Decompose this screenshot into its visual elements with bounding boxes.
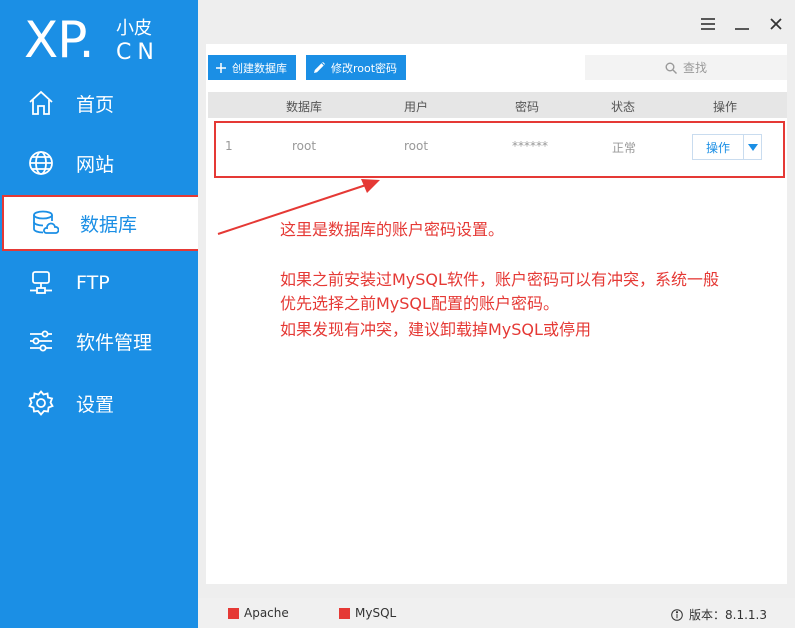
row-database: root [292, 139, 317, 153]
create-database-button[interactable]: 创建数据库 [208, 55, 296, 80]
sidebar-item-label: 设置 [76, 393, 115, 416]
search-placeholder: 查找 [682, 61, 707, 75]
info-icon [671, 608, 683, 621]
logo-main: XP. [24, 11, 95, 69]
sidebar-item-label: 软件管理 [76, 331, 153, 354]
pencil-icon [314, 62, 325, 73]
server-icon [26, 268, 56, 298]
close-icon [770, 18, 782, 30]
window-controls [697, 14, 787, 34]
sidebar-item-website[interactable]: 网站 [0, 139, 198, 187]
version-number: 8.1.1.3 [725, 607, 767, 622]
search-input[interactable]: 查找 [585, 55, 787, 80]
menu-button[interactable] [697, 14, 719, 34]
sliders-icon [26, 326, 56, 356]
gear-icon [26, 388, 56, 418]
annotation-line-4: 如果发现有冲突，建议卸载掉MySQL或停用 [280, 320, 591, 339]
sidebar-item-label: FTP [76, 272, 110, 294]
version-info: 版本： 8.1.1.3 [671, 606, 767, 623]
row-password: ****** [512, 139, 548, 153]
close-button[interactable] [765, 14, 787, 34]
plus-icon [216, 62, 226, 73]
service-apache[interactable]: Apache [228, 606, 289, 620]
logo-chinese: 小皮 [116, 18, 152, 39]
create-database-label: 创建数据库 [232, 61, 287, 75]
sidebar-item-settings[interactable]: 设置 [0, 379, 198, 427]
annotation-line-2: 如果之前安装过MySQL软件，账户密码可以有冲突，系统一般 [280, 270, 719, 289]
status-indicator-icon [228, 607, 239, 619]
sidebar-item-label: 网站 [76, 153, 115, 176]
minimize-icon [735, 28, 749, 30]
service-label: Apache [244, 606, 289, 620]
column-header-database: 数据库 [286, 100, 323, 114]
sidebar-item-software[interactable]: 软件管理 [0, 317, 198, 365]
annotation-line-1: 这里是数据库的账户密码设置。 [280, 220, 505, 239]
sidebar-item-home[interactable]: 首页 [0, 79, 198, 127]
table-row: 1 root root ****** 正常 操作 [214, 121, 785, 178]
column-header-user: 用户 [404, 100, 429, 114]
sidebar-item-database[interactable]: 数据库 [2, 195, 204, 251]
sidebar-item-label: 首页 [76, 93, 115, 116]
app-logo: XP. 小皮 CN [24, 12, 184, 72]
row-action-label: 操作 [693, 135, 744, 159]
search-icon [665, 62, 677, 74]
minimize-button[interactable] [731, 14, 753, 34]
dropdown-arrow-icon[interactable] [744, 135, 761, 159]
column-header-password: 密码 [515, 100, 540, 114]
change-root-password-button[interactable]: 修改root密码 [306, 55, 406, 80]
sidebar-item-ftp[interactable]: FTP [0, 259, 198, 307]
version-label: 版本： [689, 608, 726, 622]
status-indicator-icon [339, 607, 350, 619]
service-label: MySQL [355, 606, 397, 620]
sidebar-item-label: 数据库 [80, 213, 138, 236]
annotation-line-3: 优先选择之前MySQL配置的账户密码。 [280, 294, 559, 313]
sidebar: XP. 小皮 CN 首页 网站 数据库 FTP 软件管理 设置 [0, 0, 204, 628]
service-mysql[interactable]: MySQL [339, 606, 396, 620]
column-header-status: 状态 [611, 100, 636, 114]
logo-cn: CN [116, 40, 160, 65]
table-header: 数据库 用户 密码 状态 操作 [208, 92, 787, 118]
row-status: 正常 [612, 141, 637, 155]
home-icon [26, 88, 56, 118]
database-icon [30, 208, 60, 238]
row-user: root [404, 139, 429, 153]
globe-icon [26, 148, 56, 178]
menu-icon [701, 18, 715, 30]
status-bar: Apache MySQL 版本： 8.1.1.3 [198, 598, 795, 628]
column-header-action: 操作 [713, 100, 738, 114]
row-action-button[interactable]: 操作 [692, 134, 762, 160]
row-index: 1 [225, 139, 233, 153]
change-root-password-label: 修改root密码 [331, 61, 398, 75]
